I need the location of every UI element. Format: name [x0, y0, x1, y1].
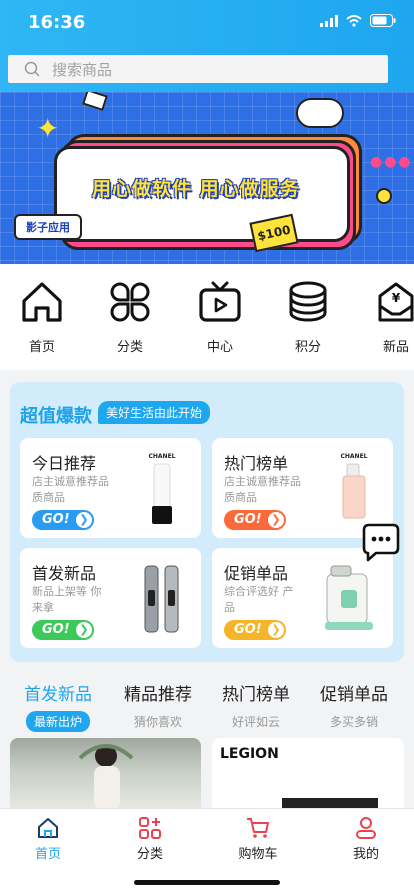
sparkle-icon: ✦ — [36, 112, 60, 145]
search-input[interactable]: 搜索商品 — [8, 55, 388, 83]
tab-sub: 好评如云 — [231, 715, 280, 729]
product-photo-image — [78, 744, 134, 810]
svg-text:CHANEL: CHANEL — [340, 453, 367, 460]
tabbar-mine[interactable]: 我的 — [326, 817, 406, 862]
card-title: 热门榜单 — [224, 454, 289, 473]
category-icon — [139, 817, 161, 839]
deal-card-today[interactable]: 今日推荐 店主诚意推荐品质商品 GO! ❯ CHANEL — [20, 438, 201, 538]
book-icon — [82, 92, 108, 112]
user-icon — [356, 817, 376, 839]
deal-card-new[interactable]: 首发新品 新品上架等 你来拿 GO! ❯ — [20, 548, 201, 648]
nav-item-category[interactable]: 分类 — [90, 280, 170, 355]
battery-icon — [370, 14, 396, 27]
tabbar-category[interactable]: 分类 — [110, 817, 190, 862]
tab-label: 首发新品 — [24, 685, 92, 705]
banner-tag: 影子应用 — [14, 214, 82, 240]
card-desc: 店主诚意推荐品质商品 — [32, 475, 109, 504]
product-water-purifier-image — [325, 565, 373, 630]
home-icon — [38, 818, 58, 838]
product-cleanser-image: CHANEL — [148, 453, 176, 524]
signal-icon — [320, 14, 338, 27]
product-door-lock-image — [144, 565, 179, 633]
home-indicator — [134, 880, 280, 885]
tabbar-cart[interactable]: 购物车 — [218, 817, 298, 862]
product-toner-image: CHANEL — [340, 453, 368, 519]
coins-icon — [289, 281, 327, 322]
new-product-icon: ¥ — [378, 282, 414, 322]
banner-slogan: 用心做软件 用心做服务 — [92, 178, 300, 200]
nav-label: 分类 — [116, 340, 143, 355]
go-button[interactable]: GO! ❯ — [224, 620, 286, 640]
promo-banner[interactable]: ✦ ●●● 用心做软件 用心做服务 影子应用 ☝ $100 — [0, 92, 414, 264]
go-label: GO! — [42, 512, 70, 527]
card-title: 今日推荐 — [32, 454, 97, 473]
category-icon — [110, 282, 150, 322]
nav-label: 中心 — [206, 340, 233, 355]
app-header: 16:36 搜索商品 — [0, 0, 414, 92]
brand-logo-text: LEGION — [220, 746, 279, 762]
card-desc: 综合评选好 产品 — [224, 585, 294, 614]
tabbar-label: 我的 — [352, 847, 379, 862]
tab-recommended[interactable]: 精品推荐 猜你喜欢 — [108, 680, 208, 732]
card-title: 促销单品 — [224, 564, 289, 583]
tab-label: 精品推荐 — [124, 685, 192, 705]
status-bar: 16:36 — [0, 0, 414, 46]
chevron-right-icon: ❯ — [268, 512, 284, 528]
status-time: 16:36 — [28, 12, 86, 33]
deal-card-promo[interactable]: 促销单品 综合评选好 产品 GO! ❯ — [212, 548, 393, 648]
card-desc: 店主诚意推荐品质商品 — [224, 475, 301, 504]
nav-item-center[interactable]: 中心 — [180, 280, 260, 355]
chevron-right-icon: ❯ — [76, 512, 92, 528]
search-placeholder: 搜索商品 — [52, 60, 113, 79]
feed-item-photo[interactable] — [10, 738, 201, 810]
nav-label: 首页 — [28, 340, 55, 355]
tab-sub: 最新出炉 — [25, 711, 90, 732]
cloud-icon — [296, 98, 344, 128]
tab-label: 促销单品 — [320, 685, 388, 705]
wifi-icon — [346, 14, 362, 27]
nav-label: 积分 — [294, 340, 321, 355]
tab-hot-list[interactable]: 热门榜单 好评如云 — [206, 680, 306, 732]
chat-bubble-icon[interactable] — [360, 522, 402, 562]
status-icons — [320, 14, 396, 27]
coin-icon — [376, 188, 392, 204]
tabbar-label: 首页 — [34, 847, 61, 862]
dots-decoration: ●●● — [370, 154, 413, 170]
card-desc: 新品上架等 你来拿 — [32, 585, 102, 614]
search-icon — [24, 61, 40, 77]
tab-new-release[interactable]: 首发新品 最新出炉 — [8, 680, 108, 732]
tv-icon — [199, 281, 241, 322]
card-title: 首发新品 — [32, 564, 97, 583]
tab-label: 热门榜单 — [222, 685, 290, 705]
home-icon — [22, 282, 62, 322]
tab-sub: 多买多销 — [329, 715, 378, 729]
tabbar-label: 分类 — [136, 847, 163, 862]
go-label: GO! — [234, 512, 262, 527]
go-button[interactable]: GO! ❯ — [32, 620, 94, 640]
deal-title: 超值爆款 — [20, 406, 92, 427]
tab-sub: 猜你喜欢 — [133, 715, 182, 729]
feed-item-legion[interactable]: LEGION — [212, 738, 404, 810]
nav-item-new[interactable]: ¥ 新品 — [356, 280, 414, 355]
go-label: GO! — [234, 622, 262, 637]
chevron-right-icon: ❯ — [76, 622, 92, 638]
go-button[interactable]: GO! ❯ — [32, 510, 94, 530]
svg-text:CHANEL: CHANEL — [148, 453, 175, 460]
go-label: GO! — [42, 622, 70, 637]
quick-nav: 首页 分类 中心 积分 ¥ 新品 — [0, 264, 414, 370]
deal-subtitle: 美好生活由此开始 — [98, 401, 211, 424]
nav-item-home[interactable]: 首页 — [2, 280, 82, 355]
tabbar-home[interactable]: 首页 — [8, 817, 88, 862]
deal-section: 超值爆款 美好生活由此开始 今日推荐 店主诚意推荐品质商品 GO! ❯ CHAN… — [10, 382, 404, 662]
nav-label: 新品 — [382, 340, 409, 355]
chevron-right-icon: ❯ — [268, 622, 284, 638]
svg-text:¥: ¥ — [392, 291, 401, 305]
nav-item-points[interactable]: 积分 — [268, 280, 348, 355]
cart-icon — [247, 818, 269, 838]
pointer-hand-icon: ☝ — [188, 210, 202, 235]
go-button[interactable]: GO! ❯ — [224, 510, 286, 530]
tab-promotion[interactable]: 促销单品 多买多销 — [304, 680, 404, 732]
tabbar-label: 购物车 — [238, 847, 278, 862]
category-tabs: 首发新品 最新出炉 精品推荐 猜你喜欢 热门榜单 好评如云 促销单品 多买多销 — [0, 676, 414, 732]
